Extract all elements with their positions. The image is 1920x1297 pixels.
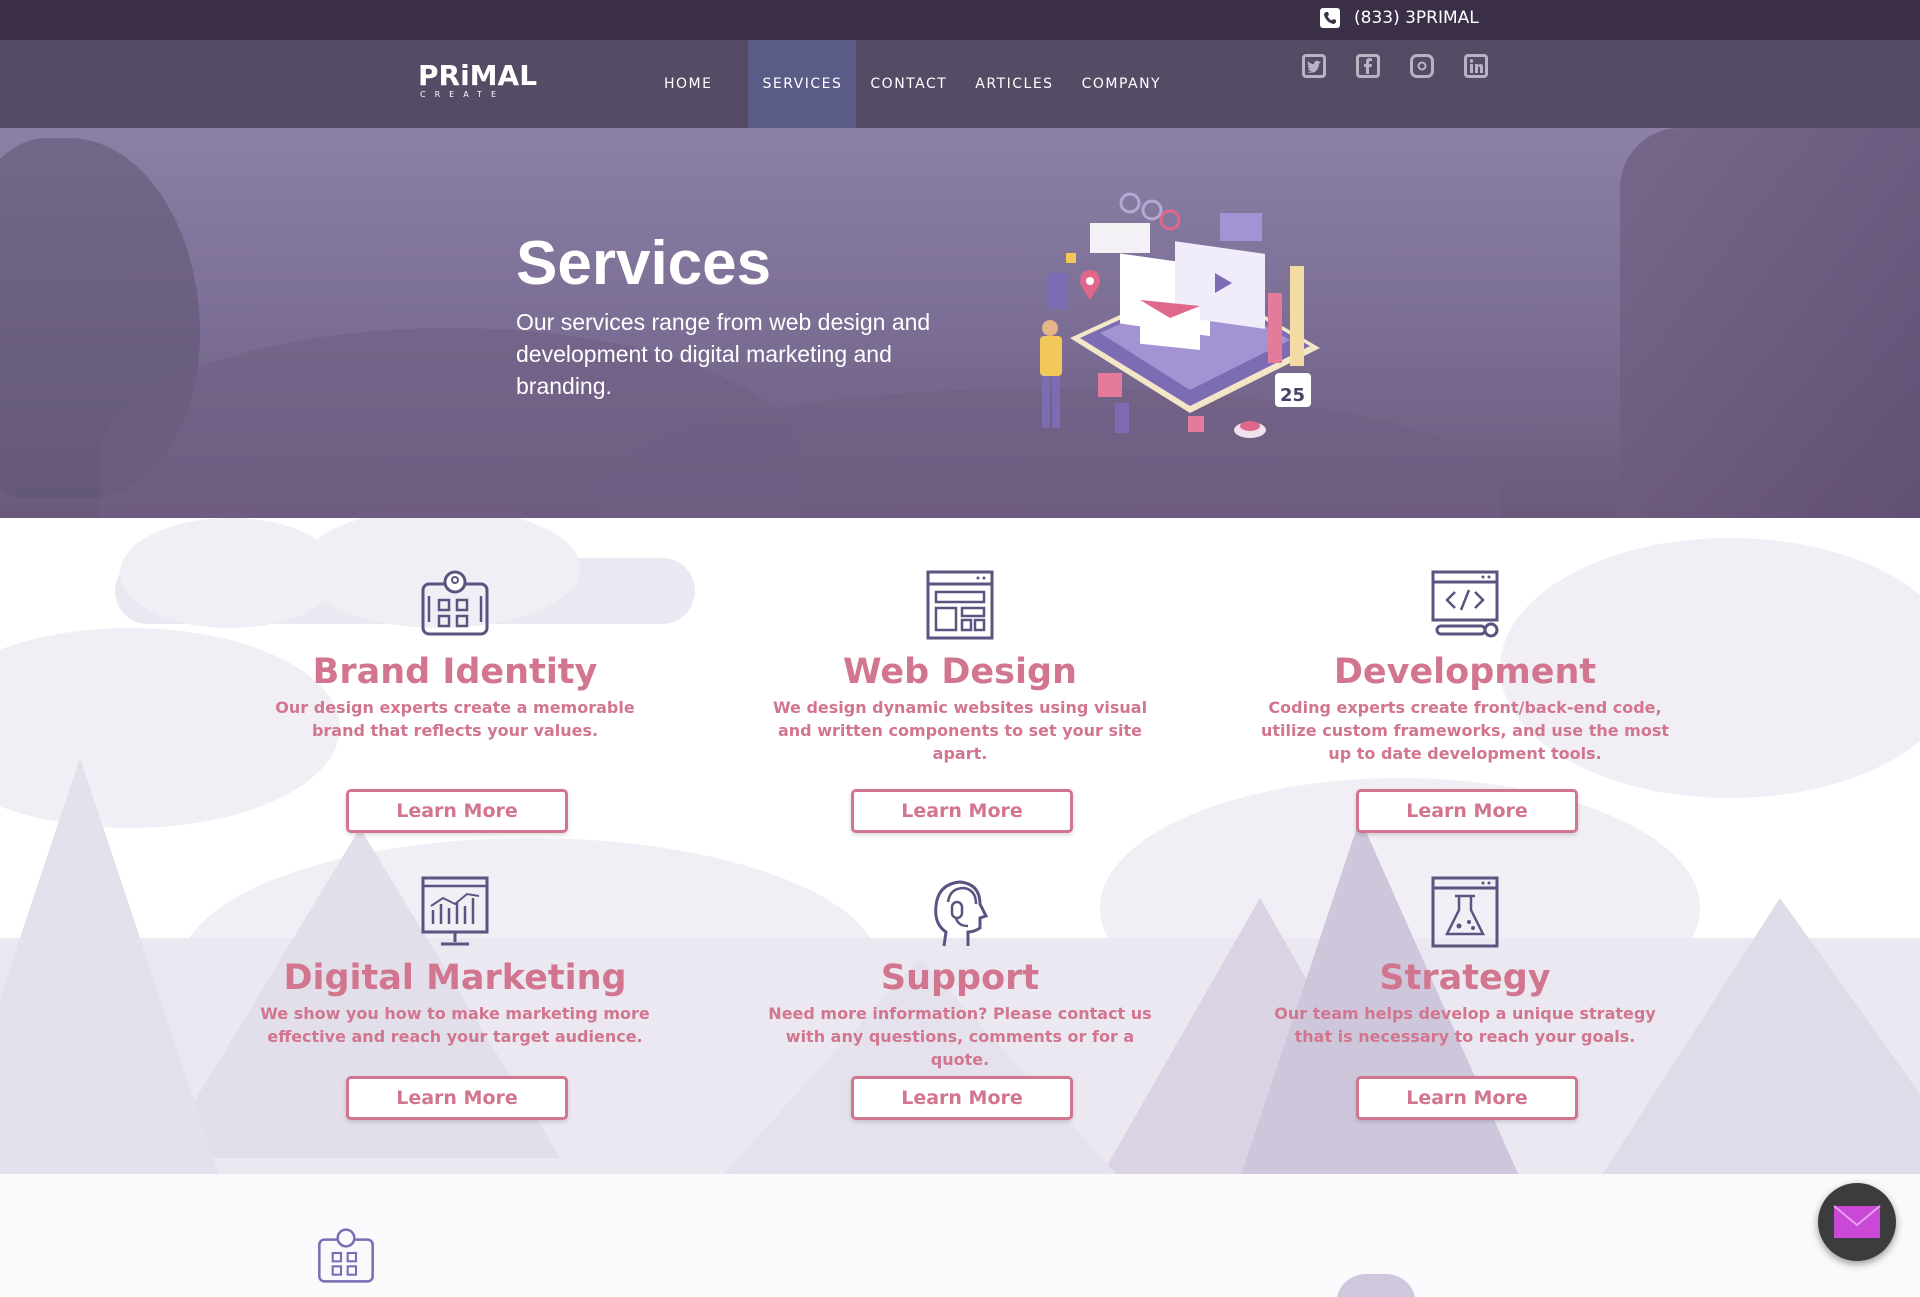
service-title: Strategy: [1379, 958, 1551, 998]
service-card-digital-marketing: Digital Marketing We show you how to mak…: [245, 876, 665, 1174]
service-card-brand-identity: Brand Identity Our design experts create…: [245, 570, 665, 870]
twitter-icon[interactable]: [1302, 54, 1326, 78]
web-design-icon: [926, 570, 994, 640]
nav-services[interactable]: SERVICES: [748, 40, 857, 128]
logo[interactable]: PRiMAL CREATE: [418, 62, 537, 100]
page-title: Services: [516, 229, 772, 298]
svg-text:25: 25: [1280, 385, 1305, 406]
envelope-icon: [1833, 1205, 1881, 1238]
service-description: Our design experts create a memorable br…: [275, 698, 635, 740]
learn-more-button[interactable]: Learn More: [851, 1076, 1073, 1120]
learn-more-button[interactable]: Learn More: [346, 789, 568, 833]
services-grid: Brand Identity Our design experts create…: [0, 518, 1920, 1174]
development-icon: [1431, 570, 1499, 638]
nav-company[interactable]: COMPANY: [1068, 40, 1176, 128]
hero-banner: Services Our services range from web des…: [0, 128, 1920, 518]
service-description: Coding experts create front/back-end cod…: [1261, 698, 1669, 763]
service-description: Our team helps develop a unique strategy…: [1274, 1004, 1656, 1046]
instagram-icon[interactable]: [1410, 54, 1434, 78]
isometric-illustration: 25: [1040, 192, 1320, 438]
nav-home[interactable]: HOME: [650, 40, 726, 128]
top-bar: (833) 3PRIMAL: [0, 0, 1920, 40]
learn-more-button[interactable]: Learn More: [1356, 1076, 1578, 1120]
brand-identity-icon: [318, 1228, 374, 1283]
service-description: We show you how to make marketing more e…: [260, 1004, 650, 1046]
gear-icon: [1336, 1274, 1416, 1297]
service-title: Development: [1333, 652, 1597, 692]
phone-link[interactable]: (833) 3PRIMAL: [1320, 8, 1479, 28]
service-card-support: Support Need more information? Please co…: [750, 876, 1170, 1174]
background-peak: [0, 758, 220, 1174]
phone-number: (833) 3PRIMAL: [1354, 8, 1479, 28]
page-subtitle: Our services range from web design and d…: [516, 309, 931, 399]
service-title: Support: [880, 958, 1040, 998]
service-card-strategy: Strategy Our team helps develop a unique…: [1255, 876, 1675, 1174]
service-description: We design dynamic websites using visual …: [772, 698, 1148, 763]
service-title: Digital Marketing: [283, 958, 627, 998]
learn-more-button[interactable]: Learn More: [1356, 789, 1578, 833]
support-icon: [934, 880, 989, 947]
social-links: [1302, 54, 1488, 78]
nav-contact[interactable]: CONTACT: [856, 40, 961, 128]
site-header: PRiMAL CREATE HOME SERVICES CONTACT ARTI…: [0, 40, 1920, 128]
main-nav: HOME SERVICES CONTACT ARTICLES COMPANY: [650, 40, 1175, 128]
brand-identity-icon: [421, 570, 489, 636]
strategy-icon: [1431, 876, 1499, 948]
logo-main-text: PRiMAL: [418, 59, 538, 92]
lower-section: [0, 1174, 1920, 1297]
learn-more-button[interactable]: Learn More: [346, 1076, 568, 1120]
phone-icon: [1320, 8, 1340, 28]
chat-button[interactable]: [1818, 1183, 1896, 1261]
linkedin-icon[interactable]: [1464, 54, 1488, 78]
service-title: Web Design: [843, 652, 1077, 692]
service-description: Need more information? Please contact us…: [768, 1004, 1152, 1069]
service-card-web-design: Web Design We design dynamic websites us…: [750, 570, 1170, 870]
facebook-icon[interactable]: [1356, 54, 1380, 78]
service-title: Brand Identity: [312, 652, 598, 692]
service-card-development: Development Coding experts create front/…: [1255, 570, 1675, 870]
digital-marketing-icon: [421, 876, 489, 946]
tree-trunk: [1620, 128, 1920, 518]
nav-articles[interactable]: ARTICLES: [961, 40, 1067, 128]
learn-more-button[interactable]: Learn More: [851, 789, 1073, 833]
